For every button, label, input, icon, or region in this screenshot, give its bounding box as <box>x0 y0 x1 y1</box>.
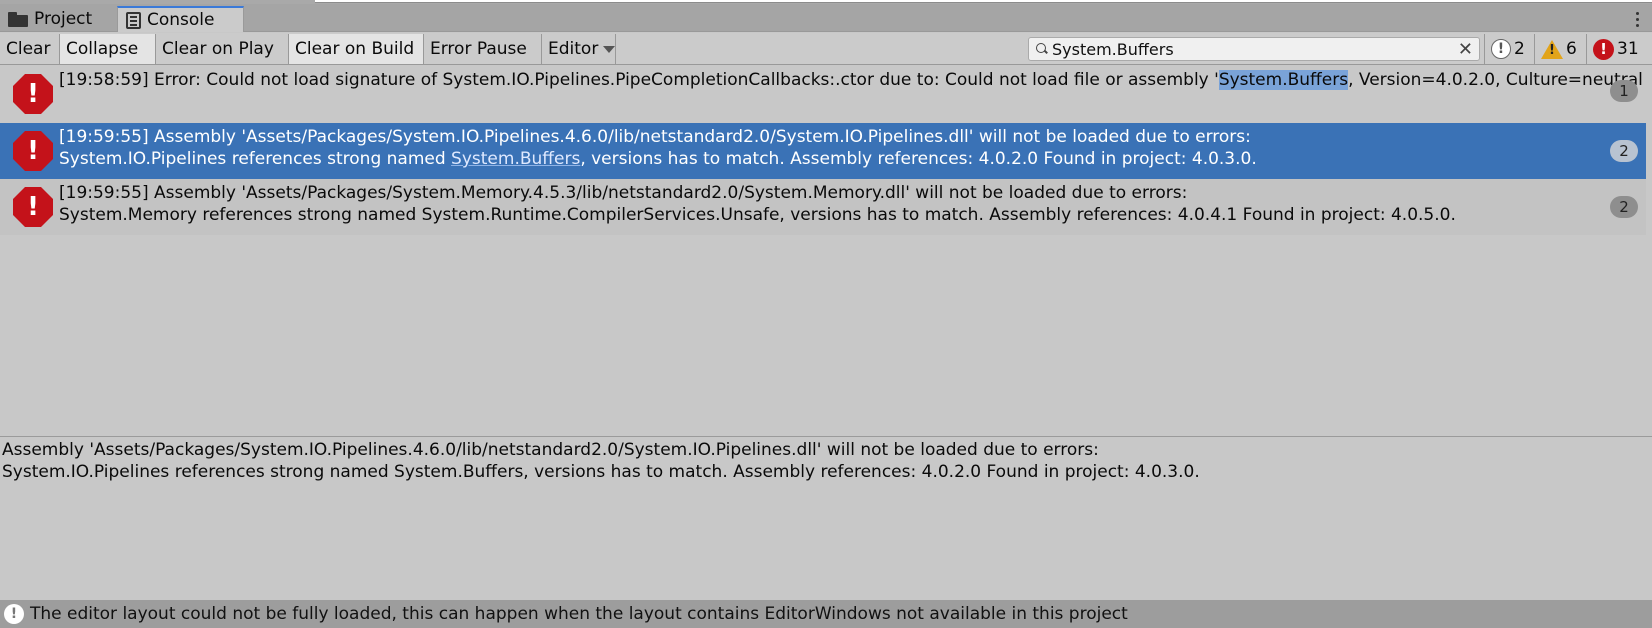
collapse-count-badge: 1 <box>1610 80 1638 102</box>
log-entry[interactable]: ! [19:58:59] Error: Could not load signa… <box>0 66 1646 122</box>
editor-dropdown[interactable]: Editor <box>542 34 616 64</box>
error-pause-toggle[interactable]: Error Pause <box>424 34 542 64</box>
warning-icon <box>1541 39 1563 59</box>
tab-console-label: Console <box>147 10 215 30</box>
collapse-toggle-label: Collapse <box>66 39 139 59</box>
log-entry-selected[interactable]: ! [19:59:55] Assembly 'Assets/Packages/S… <box>0 123 1646 179</box>
clear-button[interactable]: Clear <box>0 34 60 64</box>
chevron-down-icon <box>603 45 616 53</box>
tab-bar: Project Console <box>0 4 1652 32</box>
collapse-count-badge: 2 <box>1610 196 1638 218</box>
error-icon: ! <box>13 187 53 227</box>
tab-project-label: Project <box>34 9 93 29</box>
info-count-toggle[interactable]: ! 2 <box>1484 34 1534 64</box>
clear-on-play-label: Clear on Play <box>162 39 274 59</box>
log-entry-text: [19:59:55] Assembly 'Assets/Packages/Sys… <box>59 126 1576 170</box>
console-icon <box>126 11 141 29</box>
info-icon: ! <box>1491 39 1511 59</box>
clear-on-play-toggle[interactable]: Clear on Play <box>156 34 289 64</box>
log-entry-line: System.IO.Pipelines references strong na… <box>59 149 452 169</box>
search-field[interactable]: ✕ <box>1028 37 1480 61</box>
log-entry-line: , Version=4.0.2.0, Culture=neutral <box>1348 70 1643 90</box>
log-entry-text: [19:59:55] Assembly 'Assets/Packages/Sys… <box>59 182 1576 226</box>
collapse-toggle[interactable]: Collapse <box>60 34 156 64</box>
info-count: 2 <box>1514 39 1525 59</box>
editor-dropdown-label: Editor <box>548 39 599 59</box>
error-count: 31 <box>1617 39 1639 59</box>
info-icon: ! <box>4 604 24 624</box>
clear-button-label: Clear <box>6 39 51 59</box>
log-list: ! [19:58:59] Error: Could not load signa… <box>0 66 1652 436</box>
log-entry-line: [19:58:59] Error: Could not load signatu… <box>59 70 1219 90</box>
warning-count: 6 <box>1566 39 1577 59</box>
error-icon: ! <box>1593 38 1614 60</box>
close-icon[interactable]: ✕ <box>1458 39 1473 60</box>
error-pause-label: Error Pause <box>430 39 527 59</box>
log-entry-line: [19:59:55] Assembly 'Assets/Packages/Sys… <box>59 127 1251 147</box>
clear-on-build-toggle[interactable]: Clear on Build <box>289 34 424 64</box>
more-options-icon[interactable] <box>1636 12 1640 28</box>
warning-count-toggle[interactable]: 6 <box>1534 34 1586 64</box>
log-entry-line: [19:59:55] Assembly 'Assets/Packages/Sys… <box>59 183 1188 203</box>
tab-project[interactable]: Project <box>0 6 116 32</box>
search-highlight: System.Buffers <box>451 149 581 169</box>
status-message: The editor layout could not be fully loa… <box>30 604 1128 624</box>
search-input[interactable] <box>1052 39 1452 59</box>
search-icon <box>1036 43 1048 55</box>
log-entry-line: , versions has to match. Assembly refere… <box>580 149 1257 169</box>
log-entry[interactable]: ! [19:59:55] Assembly 'Assets/Packages/S… <box>0 179 1646 235</box>
console-toolbar: Clear Collapse Clear on Play Clear on Bu… <box>0 33 1652 65</box>
tab-console[interactable]: Console <box>117 6 244 32</box>
search-highlight: System.Buffers <box>1218 70 1349 90</box>
detail-line: System.IO.Pipelines references strong na… <box>2 462 1200 482</box>
log-entry-text: [19:58:59] Error: Could not load signatu… <box>59 69 1646 91</box>
error-icon: ! <box>13 131 53 171</box>
log-entry-line: System.Memory references strong named Sy… <box>59 205 1456 225</box>
log-detail-pane: Assembly 'Assets/Packages/System.IO.Pipe… <box>0 437 1652 595</box>
top-window-edge-panel <box>315 0 1652 3</box>
collapse-count-badge: 2 <box>1610 140 1638 162</box>
status-bar[interactable]: ! The editor layout could not be fully l… <box>0 600 1652 628</box>
error-count-toggle[interactable]: ! 31 <box>1586 34 1652 64</box>
error-icon: ! <box>13 74 53 114</box>
clear-on-build-label: Clear on Build <box>295 39 415 59</box>
folder-icon <box>8 11 28 27</box>
detail-line: Assembly 'Assets/Packages/System.IO.Pipe… <box>2 440 1099 460</box>
